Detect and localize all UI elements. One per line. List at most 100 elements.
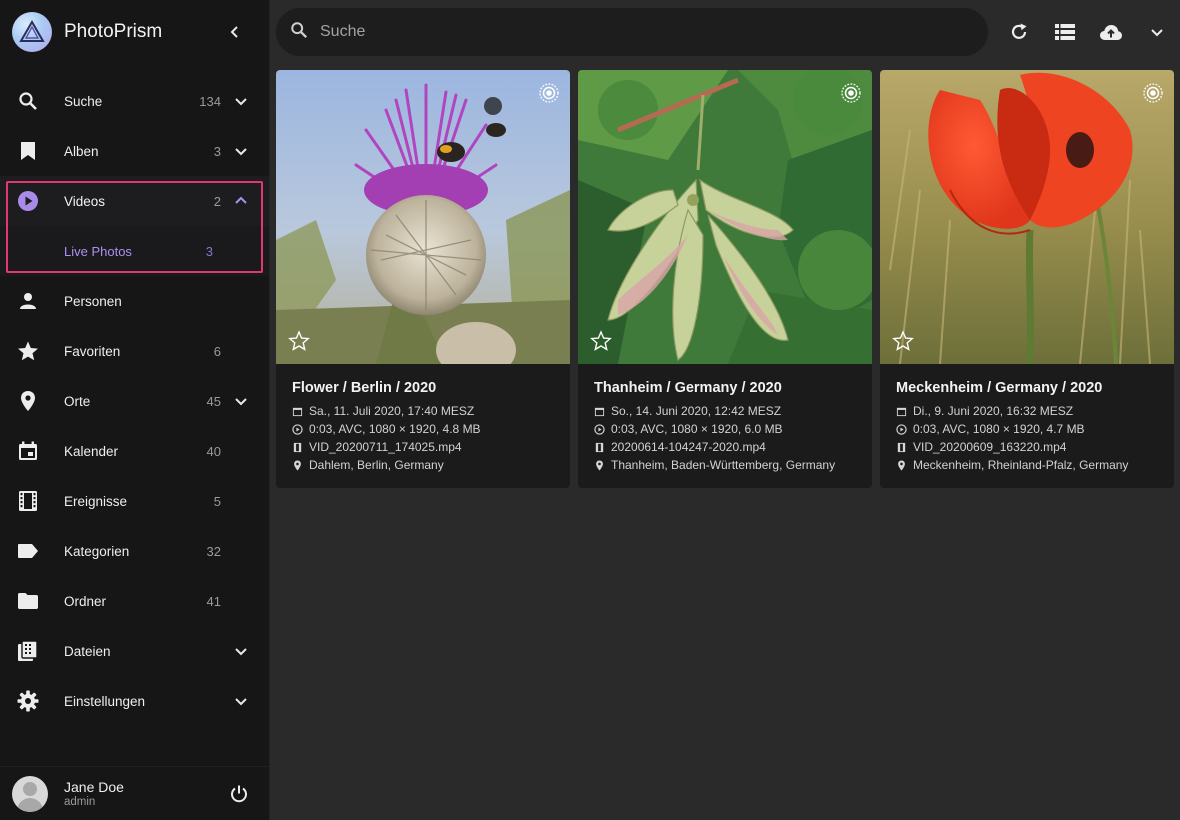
nav-label: Orte bbox=[64, 393, 91, 409]
photo-thumbnail[interactable] bbox=[276, 70, 570, 364]
chevron-down-icon[interactable] bbox=[1134, 9, 1180, 55]
power-icon[interactable] bbox=[227, 782, 251, 806]
sub-count: 3 bbox=[205, 243, 213, 259]
chevron-down-icon[interactable] bbox=[229, 689, 253, 713]
live-photo-icon bbox=[841, 83, 861, 103]
nav-count: 3 bbox=[213, 143, 221, 159]
user-name: Jane Doe bbox=[64, 779, 124, 795]
card-title[interactable]: Flower / Berlin / 2020 bbox=[292, 380, 554, 396]
nav-label: Kalender bbox=[64, 443, 119, 459]
nav-label: Favoriten bbox=[64, 343, 121, 359]
photo-card[interactable]: Meckenheim / Germany / 2020 Di., 9. Juni… bbox=[880, 70, 1174, 488]
avatar[interactable] bbox=[12, 775, 48, 812]
chevron-down-icon[interactable] bbox=[229, 139, 253, 163]
meta-location: Thanheim, Baden-Württemberg, Germany bbox=[594, 456, 856, 474]
card-body: Meckenheim / Germany / 2020 Di., 9. Juni… bbox=[880, 364, 1174, 474]
photoprism-logo-icon[interactable] bbox=[12, 12, 52, 52]
nav-count: 5 bbox=[213, 493, 221, 509]
nav-item-calendar[interactable]: Kalender 40 bbox=[0, 426, 269, 476]
calendar-icon bbox=[16, 439, 40, 463]
photo-card[interactable]: Flower / Berlin / 2020 Sa., 11. Juli 202… bbox=[276, 70, 570, 488]
video-info-text: 0:03, AVC, 1080 × 1920, 4.8 MB bbox=[309, 422, 481, 436]
meta-file: VID_20200711_174025.mp4 bbox=[292, 438, 554, 456]
meta-location: Dahlem, Berlin, Germany bbox=[292, 456, 554, 474]
date-text: So., 14. Juni 2020, 12:42 MESZ bbox=[611, 404, 782, 418]
nav-item-search[interactable]: Suche 134 bbox=[0, 76, 269, 126]
card-body: Flower / Berlin / 2020 Sa., 11. Juli 202… bbox=[276, 364, 570, 474]
location-text[interactable]: Meckenheim, Rheinland-Pfalz, Germany bbox=[913, 458, 1128, 472]
file-name-text: VID_20200711_174025.mp4 bbox=[309, 440, 462, 454]
map-pin-icon bbox=[16, 389, 40, 413]
star-icon bbox=[16, 339, 40, 363]
photo-grid: Flower / Berlin / 2020 Sa., 11. Juli 202… bbox=[276, 70, 1174, 488]
video-info-text: 0:03, AVC, 1080 × 1920, 4.7 MB bbox=[913, 422, 1085, 436]
search-bar[interactable] bbox=[276, 8, 988, 56]
nav-list: Suche 134 Alben 3 Videos 2 Live Photos 3… bbox=[0, 76, 269, 726]
card-body: Thanheim / Germany / 2020 So., 14. Juni … bbox=[578, 364, 872, 474]
nav-item-albums[interactable]: Alben 3 bbox=[0, 126, 269, 176]
nav-item-favorites[interactable]: Favoriten 6 bbox=[0, 326, 269, 376]
files-icon bbox=[16, 639, 40, 663]
location-text[interactable]: Dahlem, Berlin, Germany bbox=[309, 458, 444, 472]
nav-subitem-live-photos[interactable]: Live Photos 3 bbox=[0, 226, 269, 276]
photo-card[interactable]: Thanheim / Germany / 2020 So., 14. Juni … bbox=[578, 70, 872, 488]
chevron-down-icon[interactable] bbox=[229, 639, 253, 663]
play-circle-icon bbox=[594, 423, 605, 435]
favorite-star-icon bbox=[590, 330, 612, 351]
date-text: Sa., 11. Juli 2020, 17:40 MESZ bbox=[309, 404, 475, 418]
view-list-icon[interactable] bbox=[1042, 9, 1088, 55]
collapse-sidebar-icon[interactable] bbox=[223, 20, 247, 44]
meta-date: Di., 9. Juni 2020, 16:32 MESZ bbox=[896, 402, 1158, 420]
meta-file: VID_20200609_163220.mp4 bbox=[896, 438, 1158, 456]
sidebar: PhotoPrism Suche 134 Alben 3 Videos 2 Li… bbox=[0, 0, 270, 820]
nav-item-files[interactable]: Dateien bbox=[0, 626, 269, 676]
live-photo-icon bbox=[1143, 83, 1163, 103]
nav-item-events[interactable]: Ereignisse 5 bbox=[0, 476, 269, 526]
meta-video: 0:03, AVC, 1080 × 1920, 4.8 MB bbox=[292, 420, 554, 438]
nav-item-categories[interactable]: Kategorien 32 bbox=[0, 526, 269, 576]
map-pin-icon bbox=[596, 459, 603, 471]
video-info-text: 0:03, AVC, 1080 × 1920, 6.0 MB bbox=[611, 422, 783, 436]
cloud-upload-icon[interactable] bbox=[1088, 9, 1134, 55]
chevron-down-icon[interactable] bbox=[229, 389, 253, 413]
search-icon bbox=[290, 21, 308, 44]
brand: PhotoPrism bbox=[0, 0, 269, 64]
nav-item-people[interactable]: Personen bbox=[0, 276, 269, 326]
user-bar: Jane Doe admin bbox=[0, 766, 269, 820]
meta-video: 0:03, AVC, 1080 × 1920, 6.0 MB bbox=[594, 420, 856, 438]
map-pin-icon bbox=[294, 459, 301, 471]
nav-label: Personen bbox=[64, 293, 122, 309]
map-pin-icon bbox=[898, 459, 905, 471]
nav-item-places[interactable]: Orte 45 bbox=[0, 376, 269, 426]
nav-label: Kategorien bbox=[64, 543, 130, 559]
nav-count: 134 bbox=[199, 93, 221, 109]
favorite-star-icon bbox=[288, 330, 310, 351]
file-name-text: 20200614-104247-2020.mp4 bbox=[611, 440, 766, 454]
nav-count: 6 bbox=[213, 343, 221, 359]
location-text[interactable]: Thanheim, Baden-Württemberg, Germany bbox=[611, 458, 835, 472]
nav-count: 2 bbox=[213, 193, 221, 209]
nav-count: 41 bbox=[206, 593, 221, 609]
nav-item-videos[interactable]: Videos 2 bbox=[0, 176, 269, 226]
nav-count: 45 bbox=[206, 393, 221, 409]
nav-label: Videos bbox=[64, 193, 106, 209]
card-title[interactable]: Thanheim / Germany / 2020 bbox=[594, 380, 856, 396]
nav-count: 32 bbox=[206, 543, 221, 559]
person-icon bbox=[16, 289, 40, 313]
reload-icon[interactable] bbox=[996, 9, 1042, 55]
nav-count: 40 bbox=[206, 443, 221, 459]
bookmark-icon bbox=[16, 139, 40, 163]
search-input[interactable] bbox=[320, 23, 920, 41]
film-icon bbox=[897, 442, 906, 452]
nav-item-folders[interactable]: Ordner 41 bbox=[0, 576, 269, 626]
card-title[interactable]: Meckenheim / Germany / 2020 bbox=[896, 380, 1158, 396]
gear-icon bbox=[16, 689, 40, 713]
photo-thumbnail[interactable] bbox=[578, 70, 872, 364]
search-icon bbox=[16, 89, 40, 113]
chevron-up-icon[interactable] bbox=[229, 189, 253, 213]
chevron-down-icon[interactable] bbox=[229, 89, 253, 113]
nav-item-settings[interactable]: Einstellungen bbox=[0, 676, 269, 726]
photo-thumbnail[interactable] bbox=[880, 70, 1174, 364]
sub-label: Live Photos bbox=[64, 243, 132, 259]
play-circle-icon bbox=[292, 423, 303, 435]
